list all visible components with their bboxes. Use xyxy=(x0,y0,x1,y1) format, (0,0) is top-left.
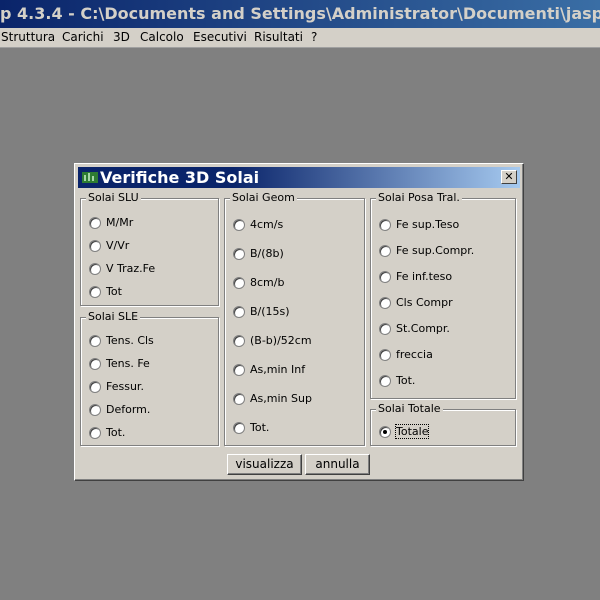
option-label: Fe sup.Compr. xyxy=(396,244,475,257)
option-label: 8cm/b xyxy=(250,276,285,289)
option-label: B/(8b) xyxy=(250,247,284,260)
visualizza-button[interactable]: visualizza xyxy=(227,454,302,475)
group-label: Solai Totale xyxy=(376,402,443,415)
option-label: Tens. Fe xyxy=(106,357,150,370)
menu-3d[interactable]: 3D xyxy=(113,30,130,44)
option-label: V Traz.Fe xyxy=(106,262,156,275)
option-label: Tot. xyxy=(250,421,270,434)
option-label: freccia xyxy=(396,348,433,361)
group-solai-slu: Solai SLU M/Mr V/Vr V Traz.Fe Tot xyxy=(80,191,219,306)
menu-calcolo[interactable]: Calcolo xyxy=(140,30,184,44)
radio-circle[interactable] xyxy=(233,306,245,318)
radio-circle[interactable] xyxy=(89,381,101,393)
option-label: V/Vr xyxy=(106,239,130,252)
radio-circle[interactable] xyxy=(379,349,391,361)
radio-circle[interactable] xyxy=(89,286,101,298)
radio-circle[interactable] xyxy=(379,219,391,231)
radio-circle[interactable] xyxy=(233,219,245,231)
radio-circle[interactable] xyxy=(89,240,101,252)
radio-circle[interactable] xyxy=(89,263,101,275)
annulla-button[interactable]: annulla xyxy=(305,454,370,475)
group-solai-sle: Solai SLE Tens. Cls Tens. Fe Fessur. Def… xyxy=(80,310,219,446)
radio-circle[interactable] xyxy=(233,277,245,289)
close-button[interactable]: ✕ xyxy=(501,170,517,184)
radio-circle[interactable] xyxy=(233,393,245,405)
verifiche-dialog: Verifiche 3D Solai ✕ Solai SLU M/Mr V/Vr… xyxy=(74,163,524,481)
option-label: As,min Inf xyxy=(250,363,306,376)
option-label: Totale xyxy=(394,424,430,439)
option-label: B/(15s) xyxy=(250,305,290,318)
app-icon xyxy=(82,172,98,183)
radio-circle[interactable] xyxy=(379,271,391,283)
menu-help[interactable]: ? xyxy=(311,30,317,44)
close-icon: ✕ xyxy=(504,170,514,183)
radio-circle[interactable] xyxy=(233,335,245,347)
radio-circle[interactable] xyxy=(233,422,245,434)
menu-struttura[interactable]: Struttura xyxy=(1,30,55,44)
option-label: Tens. Cls xyxy=(106,334,154,347)
group-label: Solai Geom xyxy=(230,191,297,204)
option-label: (B-b)/52cm xyxy=(250,334,312,347)
radio-circle[interactable] xyxy=(89,427,101,439)
group-solai-totale: Solai Totale Totale xyxy=(370,402,516,446)
option-label: As,min Sup xyxy=(250,392,312,405)
menu-bar: Struttura Carichi 3D Calcolo Esecutivi R… xyxy=(0,28,600,48)
option-label: Fessur. xyxy=(106,380,144,393)
option-label: Fe sup.Teso xyxy=(396,218,460,231)
group-label: Solai SLE xyxy=(86,310,141,323)
app-title: p 4.3.4 - C:\Documents and Settings\Admi… xyxy=(0,4,600,23)
dialog-title: Verifiche 3D Solai xyxy=(100,168,260,187)
radio-circle[interactable] xyxy=(379,297,391,309)
menu-risultati[interactable]: Risultati xyxy=(254,30,303,44)
radio-circle[interactable] xyxy=(89,335,101,347)
radio-circle[interactable] xyxy=(89,358,101,370)
app-title-bar: p 4.3.4 - C:\Documents and Settings\Admi… xyxy=(0,0,600,28)
option-label: Tot. xyxy=(396,374,416,387)
radio-circle[interactable] xyxy=(89,217,101,229)
radio-circle[interactable] xyxy=(89,404,101,416)
group-label: Solai SLU xyxy=(86,191,141,204)
radio-circle[interactable] xyxy=(233,248,245,260)
group-solai-geom: Solai Geom 4cm/s B/(8b) 8cm/b B/(15s) (B… xyxy=(224,191,365,446)
menu-carichi[interactable]: Carichi xyxy=(62,30,104,44)
option-label: M/Mr xyxy=(106,216,134,229)
radio-circle[interactable] xyxy=(233,364,245,376)
radio-circle[interactable] xyxy=(379,375,391,387)
radio-circle[interactable] xyxy=(379,245,391,257)
option-label: Cls Compr xyxy=(396,296,453,309)
menu-esecutivi[interactable]: Esecutivi xyxy=(193,30,247,44)
option-label: Tot xyxy=(106,285,122,298)
option-label: Fe inf.teso xyxy=(396,270,453,283)
group-solai-posa-tral: Solai Posa Tral. Fe sup.Teso Fe sup.Comp… xyxy=(370,191,516,399)
option-label: St.Compr. xyxy=(396,322,450,335)
option-label: Deform. xyxy=(106,403,151,416)
group-label: Solai Posa Tral. xyxy=(376,191,462,204)
radio-circle-selected[interactable] xyxy=(379,426,391,438)
option-label: 4cm/s xyxy=(250,218,284,231)
dialog-title-bar: Verifiche 3D Solai ✕ xyxy=(78,167,520,188)
radio-circle[interactable] xyxy=(379,323,391,335)
option-label: Tot. xyxy=(106,426,126,439)
